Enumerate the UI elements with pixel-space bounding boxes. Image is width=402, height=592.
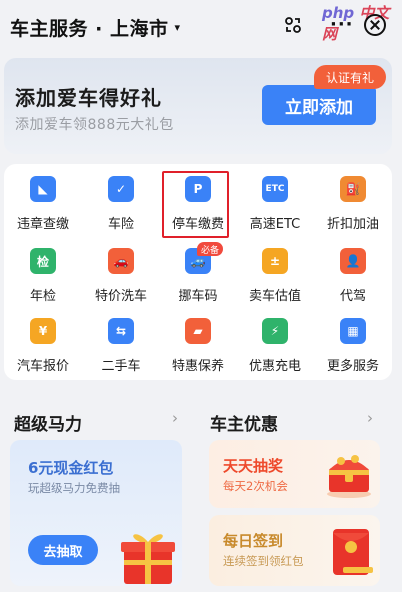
- oil-icon: ▰: [185, 318, 211, 344]
- daily-lottery-card[interactable]: 天天抽奖 每天2次机会: [209, 440, 380, 508]
- section-title-super-mali[interactable]: 超级马力: [14, 410, 82, 435]
- service-yuan[interactable]: ¥ 汽车报价: [4, 306, 82, 376]
- service-label: 挪车码: [178, 289, 218, 304]
- service-grid-more[interactable]: ▦ 更多服务: [314, 306, 392, 376]
- driver-icon: 👤: [340, 248, 366, 274]
- service-fuel[interactable]: ⛽ 折扣加油: [314, 164, 392, 234]
- service-label: 违章查缴: [16, 217, 69, 232]
- gift-box-icon: [121, 534, 175, 584]
- city-selector[interactable]: 车主服务 · 上海市 ▾: [10, 14, 180, 41]
- chevron-right-icon[interactable]: ›: [172, 409, 178, 427]
- shield-check-icon: ✓: [108, 176, 134, 202]
- treasure-chest-icon: [327, 455, 371, 498]
- service-label: 折扣加油: [326, 217, 379, 232]
- top-bar: 车主服务 · 上海市 ▾ php 中文网 ···: [0, 0, 402, 54]
- cash-red-packet-card[interactable]: 6元现金红包 玩超级马力免费抽 去抽取: [10, 440, 182, 586]
- banner-subtitle: 添加爱车领888元大礼包: [15, 117, 174, 133]
- service-label: 特惠保养: [171, 359, 224, 374]
- section-title-owner-deals[interactable]: 车主优惠: [210, 410, 278, 435]
- promo-subtitle: 连续签到领红包: [223, 554, 304, 568]
- service-label: 车险: [107, 217, 134, 232]
- camera-icon: ◣: [30, 176, 56, 202]
- red-envelope-icon: [333, 529, 373, 575]
- promo-title: 每日签到: [223, 532, 284, 550]
- add-car-banner: 添加爱车得好礼 添加爱车领888元大礼包 立即添加 认证有礼: [4, 58, 392, 154]
- service-camera[interactable]: ◣ 违章查缴: [4, 164, 82, 234]
- yuan-icon: ¥: [30, 318, 56, 344]
- daily-checkin-card[interactable]: 每日签到 连续签到领红包: [209, 515, 380, 586]
- etc-icon: ETC: [262, 176, 288, 202]
- more-options-icon[interactable]: ···: [330, 14, 354, 35]
- used-car-icon: ⇆: [108, 318, 134, 344]
- service-label: 特价洗车: [94, 289, 147, 304]
- certification-badge: 认证有礼: [314, 65, 386, 89]
- service-valuation[interactable]: ± 卖车估值: [236, 236, 314, 306]
- service-label: 汽车报价: [16, 359, 69, 374]
- service-label: 卖车估值: [248, 289, 301, 304]
- service-label: 代驾: [339, 289, 366, 304]
- service-inspection[interactable]: 检年检: [4, 236, 82, 306]
- promo-subtitle: 每天2次机会: [223, 479, 288, 493]
- service-label: 二手车: [101, 359, 141, 374]
- promo-title: 6元现金红包: [28, 459, 114, 477]
- inspection-icon: 检: [30, 248, 56, 274]
- promo-title: 天天抽奖: [223, 457, 284, 475]
- grid-more-icon: ▦: [340, 318, 366, 344]
- promo-subtitle: 玩超级马力免费抽: [28, 481, 120, 495]
- fuel-icon: ⛽: [340, 176, 366, 202]
- service-etc[interactable]: ETC 高速ETC: [236, 164, 314, 234]
- service-car-wash[interactable]: 🚗 特价洗车: [82, 236, 160, 306]
- highlight-box: [162, 171, 229, 238]
- car-wash-icon: 🚗: [108, 248, 134, 274]
- must-have-badge: 必备: [197, 242, 223, 256]
- valuation-icon: ±: [262, 248, 288, 274]
- page-title: 车主服务 · 上海市: [10, 18, 169, 40]
- charging-icon: ⚡: [262, 318, 288, 344]
- service-label: 更多服务: [326, 359, 379, 374]
- service-label: 年检: [29, 289, 56, 304]
- chevron-down-icon: ▾: [174, 21, 180, 34]
- service-used-car[interactable]: ⇆ 二手车: [82, 306, 160, 376]
- service-shield-check[interactable]: ✓ 车险: [82, 164, 160, 234]
- chevron-right-icon[interactable]: ›: [367, 409, 373, 427]
- scan-icon[interactable]: [284, 16, 302, 34]
- banner-title: 添加爱车得好礼: [15, 86, 162, 110]
- service-oil[interactable]: ▰ 特惠保养: [159, 306, 237, 376]
- service-charging[interactable]: ⚡ 优惠充电: [236, 306, 314, 376]
- close-icon[interactable]: [364, 14, 386, 36]
- service-label: 高速ETC: [249, 217, 301, 232]
- draw-button[interactable]: 去抽取: [28, 535, 98, 565]
- service-label: 优惠充电: [248, 359, 301, 374]
- add-now-button[interactable]: 立即添加: [262, 85, 376, 125]
- service-driver[interactable]: 👤 代驾: [314, 236, 392, 306]
